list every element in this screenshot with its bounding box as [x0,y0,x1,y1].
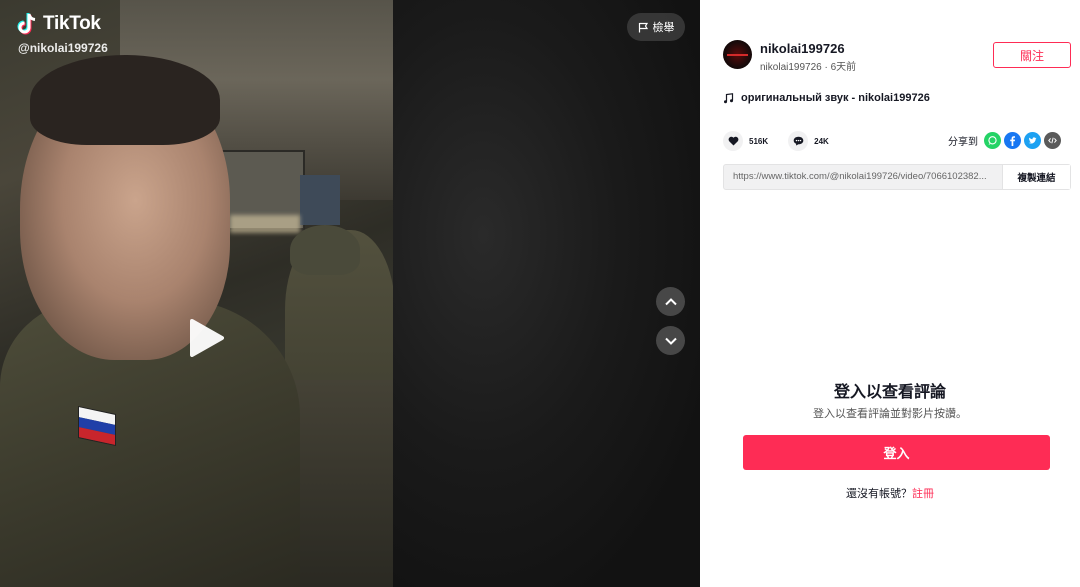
music-link[interactable]: оригинальный звук - nikolai199726 [723,92,930,104]
author-username[interactable]: nikolai199726 [760,41,845,56]
chevron-up-icon [664,297,677,305]
play-button[interactable] [186,318,226,358]
video-scene-panel [300,175,340,225]
video-area: TikTok @nikolai199726 檢舉 [0,0,700,587]
comments-login-subtitle: 登入以查看評論並對影片按讚。 [813,408,967,420]
video-player[interactable]: TikTok @nikolai199726 [0,0,393,587]
report-label: 檢舉 [652,22,675,34]
video-scene-helmet [290,225,360,275]
avatar-graphic [727,54,748,56]
engagement-stats: 516K 24K [723,131,843,151]
video-info-panel: nikolai199726 nikolai199726 · 6天前 關注 ори… [700,0,1080,587]
embed-icon [1048,137,1057,144]
tiktok-logo-icon [16,12,38,36]
flag-icon [638,22,648,32]
previous-video-button[interactable] [656,287,685,316]
signup-link[interactable]: 註冊 [912,488,934,500]
play-icon [190,319,224,357]
login-button[interactable]: 登入 [743,435,1050,470]
avatar[interactable] [723,40,752,69]
report-button[interactable]: 檢舉 [627,13,685,41]
facebook-icon [1010,136,1015,146]
share-label: 分享到 [948,137,978,148]
facebook-share-button[interactable] [1004,132,1021,149]
video-scene-light [230,215,300,233]
video-handle: @nikolai199726 [18,41,108,55]
signup-prompt-text: 還沒有帳號？ [846,488,912,500]
twitter-icon [1028,137,1037,144]
signup-prompt: 還沒有帳號？註冊 [700,485,1080,501]
next-video-button[interactable] [656,326,685,355]
heart-icon [728,136,738,146]
whatsapp-icon [988,136,997,145]
twitter-share-button[interactable] [1024,132,1041,149]
video-blurred-background [390,0,700,587]
share-link-url[interactable]: https://www.tiktok.com/@nikolai199726/vi… [724,165,1002,189]
comments-login-title: 登入以查看評論 [833,384,946,401]
video-scene-hair [30,55,220,145]
tiktok-brand-text: TikTok [43,13,101,34]
music-note-icon [724,92,734,103]
comment-icon [793,136,803,146]
chevron-down-icon [664,337,677,345]
comment-button[interactable] [788,131,809,151]
video-watermark: TikTok [16,12,101,36]
like-count: 516K [749,136,769,146]
share-bar: 分享到 [948,132,1061,149]
tiktok-video-page: TikTok @nikolai199726 檢舉 nikolai199726 n… [0,0,1080,587]
comment-count: 24K [814,136,829,146]
copy-link-button[interactable]: 複製連結 [1002,165,1070,189]
share-link-box: https://www.tiktok.com/@nikolai199726/vi… [723,164,1071,190]
music-title: оригинальный звук - nikolai199726 [741,92,930,104]
like-button[interactable] [723,131,743,151]
author-subline: nikolai199726 · 6天前 [760,62,857,73]
whatsapp-share-button[interactable] [984,132,1001,149]
follow-button[interactable]: 關注 [993,42,1071,68]
embed-share-button[interactable] [1044,132,1061,149]
